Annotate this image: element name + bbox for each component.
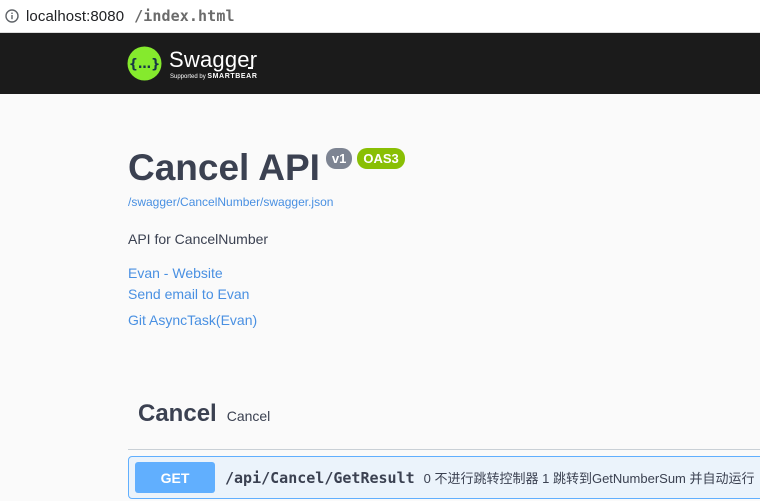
tag-header[interactable]: Cancel Cancel	[128, 400, 760, 434]
brand-subtitle: Supported by SMARTBEAR	[170, 73, 257, 80]
api-title: Cancel API	[128, 147, 320, 188]
operation-get-result[interactable]: GET /api/Cancel/GetResult 0 不进行跳转控制器 1 跳…	[128, 456, 760, 499]
url-text[interactable]: localhost:8080/index.html	[26, 7, 235, 25]
brand-underline	[248, 67, 253, 69]
spec-url-link[interactable]: /swagger/CancelNumber/swagger.json	[128, 195, 405, 209]
operation-path: /api/Cancel/GetResult	[225, 468, 415, 487]
swagger-logo-icon: {…}	[127, 46, 162, 80]
title-row: Cancel API v1 OAS3	[128, 144, 405, 192]
email-link[interactable]: Send email to Evan	[128, 284, 405, 305]
method-badge: GET	[135, 462, 215, 493]
contact-links: Evan - Website Send email to Evan Git As…	[128, 263, 405, 331]
brand-sub-prefix: Supported by	[170, 74, 208, 80]
tag-divider	[128, 449, 760, 450]
oas-badge: OAS3	[357, 148, 405, 169]
svg-text:{…}: {…}	[129, 57, 161, 72]
info-icon[interactable]	[5, 9, 19, 23]
brand-text: Swagger Supported by SMARTBEAR	[169, 43, 279, 83]
url-host: localhost:8080	[26, 8, 125, 25]
url-path: /index.html	[134, 7, 235, 25]
tag-section-cancel: Cancel Cancel GET /api/Cancel/GetResult …	[128, 400, 760, 499]
website-link[interactable]: Evan - Website	[128, 263, 405, 284]
swagger-brand-link[interactable]: {…} Swagger Supported by SMARTBEAR	[127, 43, 279, 83]
tag-description: Cancel	[226, 408, 271, 424]
api-info: Cancel API v1 OAS3 /swagger/CancelNumber…	[128, 144, 405, 331]
git-link[interactable]: Git AsyncTask(Evan)	[128, 310, 405, 331]
version-badge: v1	[325, 148, 353, 169]
api-description: API for CancelNumber	[128, 231, 269, 247]
brand-sub-company: SMARTBEAR	[207, 73, 258, 80]
brand-name: Swagger	[169, 47, 258, 72]
browser-address-bar[interactable]: localhost:8080/index.html	[0, 0, 760, 33]
operation-summary: 0 不进行跳转控制器 1 跳转到GetNumberSum 并自动运行	[423, 471, 755, 486]
tag-name: Cancel	[138, 400, 217, 427]
swagger-topbar: {…} Swagger Supported by SMARTBEAR	[0, 33, 760, 94]
